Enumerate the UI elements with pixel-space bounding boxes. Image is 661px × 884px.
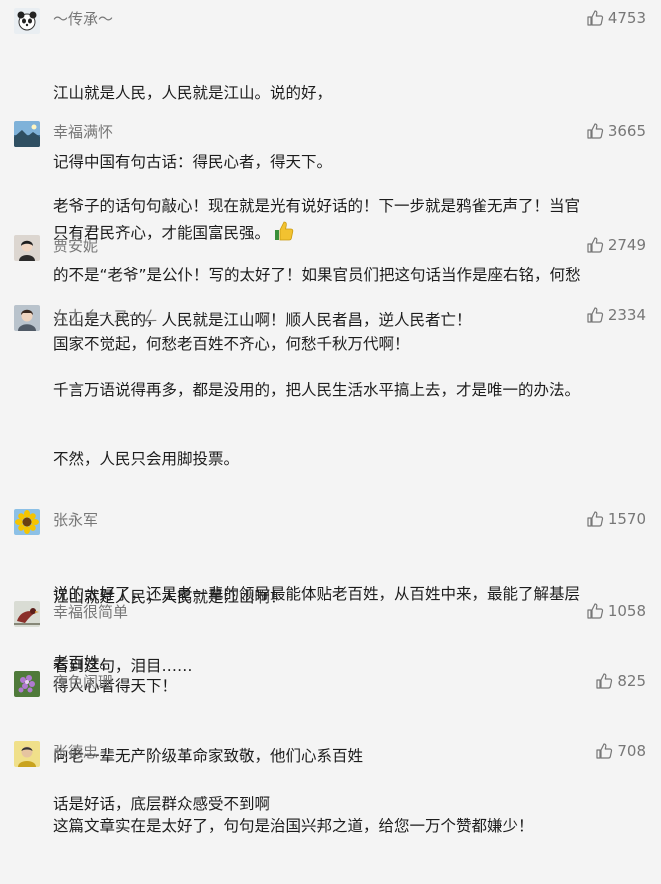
person-photo-avatar-icon[interactable] xyxy=(14,305,40,331)
thumbs-up-icon xyxy=(587,237,603,253)
bird-avatar-icon[interactable] xyxy=(14,601,40,627)
comment-author[interactable]: 贾安妮 xyxy=(53,236,98,256)
comment-author[interactable]: ～传承～ xyxy=(53,9,113,29)
landscape-avatar-icon[interactable] xyxy=(14,121,40,147)
comment-text: 这篇文章实在是太好了，句句是治国兴邦之道，给您一万个赞都嫌少！ xyxy=(53,769,647,884)
comment-author[interactable]: ㄙㄤㄑㄧㄡㄧㄥ xyxy=(53,306,158,326)
like-button[interactable]: 2334 xyxy=(586,305,646,325)
comment-line: 说的太好了，还是老一辈的领导最能体贴老百姓，从百姓中来，最能了解基层 xyxy=(53,585,581,603)
thumbs-up-icon xyxy=(587,10,603,26)
comment-line: 这篇文章实在是太好了，句句是治国兴邦之道，给您一万个赞都嫌少！ xyxy=(53,817,534,835)
like-count: 2749 xyxy=(607,236,646,254)
person-avatar-icon[interactable] xyxy=(14,235,40,261)
like-button[interactable]: 708 xyxy=(595,741,646,761)
like-count: 2334 xyxy=(607,306,646,324)
like-button[interactable]: 1058 xyxy=(586,601,646,621)
like-count: 1570 xyxy=(607,510,646,528)
like-button[interactable]: 825 xyxy=(595,671,646,691)
person-yellow-avatar-icon[interactable] xyxy=(14,741,40,767)
thumbs-up-icon xyxy=(587,123,603,139)
like-count: 3665 xyxy=(607,122,646,140)
like-button[interactable]: 3665 xyxy=(586,121,646,141)
comment-line: 得人心者得天下！ xyxy=(53,677,178,695)
like-count: 825 xyxy=(617,672,646,690)
comment-line: 向老一辈无产阶级革命家致敬，他们心系百姓 xyxy=(53,747,364,765)
like-button[interactable]: 2749 xyxy=(586,235,646,255)
thumbs-up-icon xyxy=(587,603,603,619)
comment-author[interactable]: 张德忠 xyxy=(53,742,98,762)
thumbs-up-icon xyxy=(596,743,613,759)
comment-line: 老爷子的话句句敲心！现在就是光有说好话的！下一步就是鸦雀无声了！当官 xyxy=(53,197,581,215)
comment-line: 千言万语说得再多，都是没用的，把人民生活水平搞上去，才是唯一的办法。 xyxy=(53,381,581,399)
like-button[interactable]: 1570 xyxy=(586,509,646,529)
thumbs-up-icon xyxy=(596,673,613,689)
flower-avatar-icon[interactable] xyxy=(14,671,40,697)
comment-line: 不然，人民只会用脚投票。 xyxy=(53,450,240,468)
like-button[interactable]: 4753 xyxy=(586,8,646,28)
comment-author[interactable]: 幸福很简单 xyxy=(53,602,128,622)
comment-author[interactable]: 幸福满怀 xyxy=(53,122,113,142)
like-count: 708 xyxy=(617,742,646,760)
comment-author[interactable]: 张永军 xyxy=(53,510,98,530)
like-count: 4753 xyxy=(607,9,646,27)
comment-author[interactable]: 夜色阑珊 xyxy=(53,672,113,692)
like-count: 1058 xyxy=(607,602,646,620)
comment-line: 江山就是人民，人民就是江山。说的好， xyxy=(53,84,333,102)
thumbs-up-icon xyxy=(587,307,603,323)
thumbs-up-icon xyxy=(587,511,603,527)
panda-avatar-icon[interactable] xyxy=(14,8,40,34)
sunflower-avatar-icon[interactable] xyxy=(14,509,40,535)
